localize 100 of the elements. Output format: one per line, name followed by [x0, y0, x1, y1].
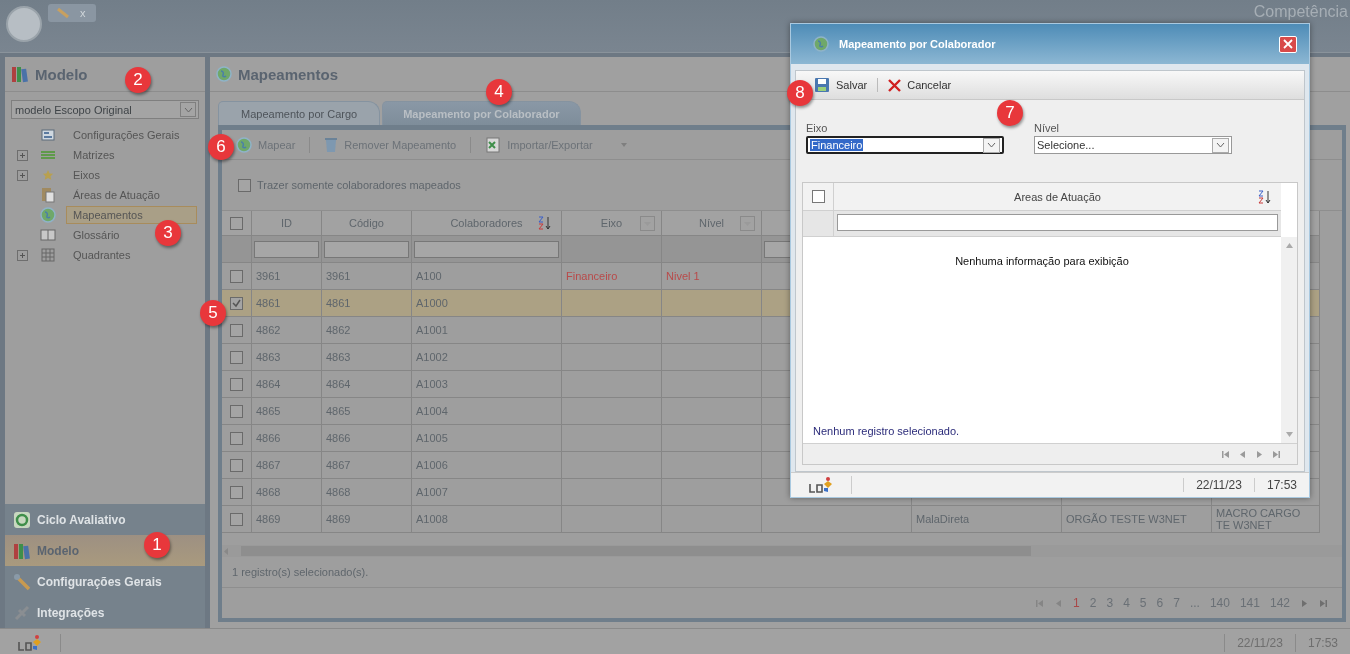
column-header: Areas de Atuação	[1014, 190, 1101, 203]
next-page-button[interactable]	[1255, 449, 1264, 459]
tree-item[interactable]: Áreas de Atuação	[66, 186, 167, 204]
save-icon	[814, 77, 830, 93]
clipboard-icon	[41, 187, 55, 203]
checkbox[interactable]	[230, 323, 243, 337]
vertical-scrollbar[interactable]	[1281, 237, 1297, 443]
last-page-icon	[1319, 598, 1328, 608]
last-page-button[interactable]	[1272, 449, 1281, 459]
checkbox[interactable]	[230, 216, 243, 230]
book-icon	[40, 229, 56, 241]
tree-item[interactable]: Configurações Gerais	[66, 126, 187, 144]
globe-icon	[813, 36, 829, 52]
column-header[interactable]: Código	[349, 217, 384, 229]
close-tab-button[interactable]: x	[78, 7, 88, 19]
filter-input[interactable]	[414, 240, 559, 258]
previous-icon	[1238, 449, 1247, 459]
checkbox[interactable]	[230, 350, 243, 364]
toolbar-button[interactable]: Salvar	[812, 75, 870, 95]
checkbox[interactable]	[230, 485, 243, 499]
dialog-title: Mapeamento por Colaborador	[839, 38, 996, 50]
filter-input[interactable]	[837, 214, 1278, 231]
tree-item[interactable]: Matrizes	[66, 146, 122, 164]
wrench-icon	[13, 572, 31, 591]
app-tab[interactable]: x	[48, 4, 96, 22]
filter-input[interactable]	[324, 240, 409, 258]
selection-status: Nenhum registro selecionado.	[812, 425, 961, 439]
caret-icon	[1216, 142, 1225, 148]
first-page-icon	[1035, 598, 1045, 608]
checkbox[interactable]	[230, 269, 243, 283]
app-logo[interactable]	[6, 6, 42, 42]
tree-item[interactable]: Quadrantes	[66, 246, 138, 264]
wrench-icon	[56, 7, 70, 19]
toolbar-button[interactable]: Cancelar	[886, 76, 954, 94]
scroll-left-icon	[222, 546, 231, 556]
status-date: 22/11/23	[1183, 478, 1254, 492]
binders-icon	[13, 541, 31, 560]
close-button[interactable]	[1279, 35, 1297, 53]
module-button[interactable]: Configurações Gerais	[5, 566, 205, 597]
selection-status: 1 registro(s) selecionado(s).	[232, 566, 369, 578]
column-header[interactable]: Eixo	[600, 217, 623, 229]
horizontal-scrollbar[interactable]	[222, 545, 1342, 557]
model-select[interactable]: modelo Escopo Original	[11, 100, 199, 119]
status-time: 17:53	[1253, 478, 1309, 492]
checkbox[interactable]	[230, 512, 243, 526]
close-icon	[888, 78, 902, 92]
globe-icon	[216, 66, 232, 82]
tab[interactable]: Mapeamento por Cargo	[218, 101, 381, 125]
next-icon	[1255, 449, 1264, 459]
previous-page-button[interactable]	[1238, 449, 1247, 459]
table-cell: MalaDireta	[912, 506, 1062, 533]
sort-az-icon[interactable]	[1257, 188, 1273, 205]
table-cell: 4869	[252, 506, 322, 533]
filter-dropdown-button[interactable]	[740, 215, 755, 231]
cycle-icon	[13, 510, 31, 529]
field-label: Eixo	[806, 122, 829, 134]
first-page-button[interactable]	[1221, 449, 1230, 459]
column-header[interactable]: ID	[281, 217, 292, 229]
select-field[interactable]: Selecione...	[1034, 136, 1232, 154]
expand-icon[interactable]	[17, 169, 28, 181]
module-button[interactable]: Ciclo Avaliativo	[5, 504, 205, 535]
expand-icon[interactable]	[17, 249, 28, 261]
checkbox[interactable]	[238, 178, 251, 192]
previous-icon	[1054, 598, 1064, 608]
page-link[interactable]: ...	[1185, 596, 1204, 610]
column-header[interactable]: Nível	[698, 217, 725, 229]
checkbox[interactable]	[230, 296, 243, 310]
scroll-up-icon	[1284, 241, 1294, 250]
tree-item[interactable]: Eixos	[66, 166, 107, 184]
tree-item[interactable]: Mapeamentos	[66, 206, 197, 224]
checkbox[interactable]	[230, 458, 243, 472]
spreadsheet-icon	[485, 136, 502, 153]
close-icon	[1283, 39, 1293, 49]
column-header[interactable]: Colaboradores	[450, 217, 523, 229]
checkbox[interactable]	[230, 404, 243, 418]
caret-icon	[987, 142, 996, 148]
select-field[interactable]: Financeiro	[806, 136, 1004, 154]
table-cell: MACRO CARGO TE W3NET	[1212, 506, 1320, 533]
next-icon	[1300, 598, 1309, 608]
filter-input[interactable]	[254, 240, 319, 258]
sort-az-icon[interactable]	[537, 215, 553, 231]
checkbox-label: Trazer somente colaboradores mapeados	[257, 179, 461, 191]
panel-title: Mapeamentos	[238, 65, 339, 83]
filter-dropdown-button[interactable]	[640, 215, 655, 231]
page-link[interactable]: 1	[1069, 596, 1084, 610]
checkbox[interactable]	[230, 377, 243, 391]
grid-icon	[41, 248, 55, 262]
layers-icon	[40, 148, 56, 162]
checkbox[interactable]	[230, 431, 243, 445]
scroll-down-icon	[1284, 430, 1294, 439]
caret-icon	[183, 106, 193, 113]
panel-title: Modelo	[35, 65, 88, 83]
expand-icon[interactable]	[17, 149, 28, 161]
binders-icon	[11, 65, 29, 83]
lg-logo-icon	[17, 633, 43, 652]
tree-item[interactable]: Glossário	[66, 226, 127, 244]
empty-message: Nenhuma informação para exibição	[955, 255, 1129, 267]
checkbox[interactable]	[811, 190, 825, 203]
table-cell: ORGÃO TESTE W3NET	[1062, 506, 1212, 533]
module-button[interactable]: Integrações	[5, 597, 205, 628]
